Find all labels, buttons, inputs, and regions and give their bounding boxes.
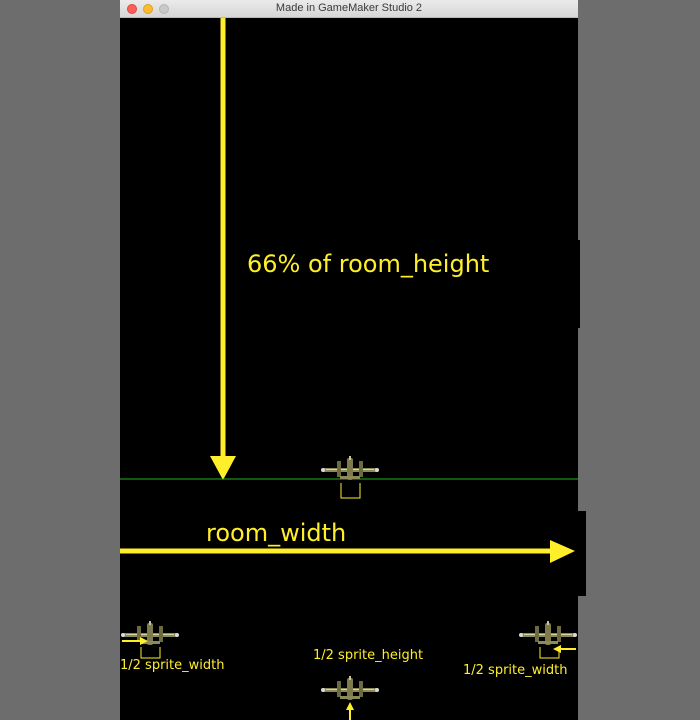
sprite-bracket xyxy=(140,647,161,659)
half-sprite-width-label-right: 1/2 sprite_width xyxy=(463,663,568,678)
plane-sprite-icon xyxy=(321,456,379,480)
background-strip xyxy=(578,240,580,328)
half-height-arrow xyxy=(346,702,354,720)
half-width-arrow-right xyxy=(553,645,576,653)
room-width-arrow xyxy=(120,540,575,563)
room-height-label: 66% of room_height xyxy=(247,250,490,278)
window-title: Made in GameMaker Studio 2 xyxy=(275,2,423,14)
arrow-edge-strip xyxy=(578,511,586,596)
room-height-arrow xyxy=(210,18,236,480)
room-width-label: room_width xyxy=(206,519,347,547)
half-sprite-height-label: 1/2 sprite_height xyxy=(313,648,424,663)
plane-sprite-icon xyxy=(321,676,379,700)
window-titlebar: Made in GameMaker Studio 2 xyxy=(120,0,578,18)
game-window: Made in GameMaker Studio 2 66% of room_h… xyxy=(120,0,578,720)
game-canvas: 66% of room_height room_width 1/2 sprite… xyxy=(120,18,578,720)
plane-sprite-icon xyxy=(519,621,577,645)
annotation-overlay xyxy=(120,18,578,720)
sprite-bracket xyxy=(340,483,361,499)
half-sprite-width-label-left: 1/2 sprite_width xyxy=(120,658,225,673)
